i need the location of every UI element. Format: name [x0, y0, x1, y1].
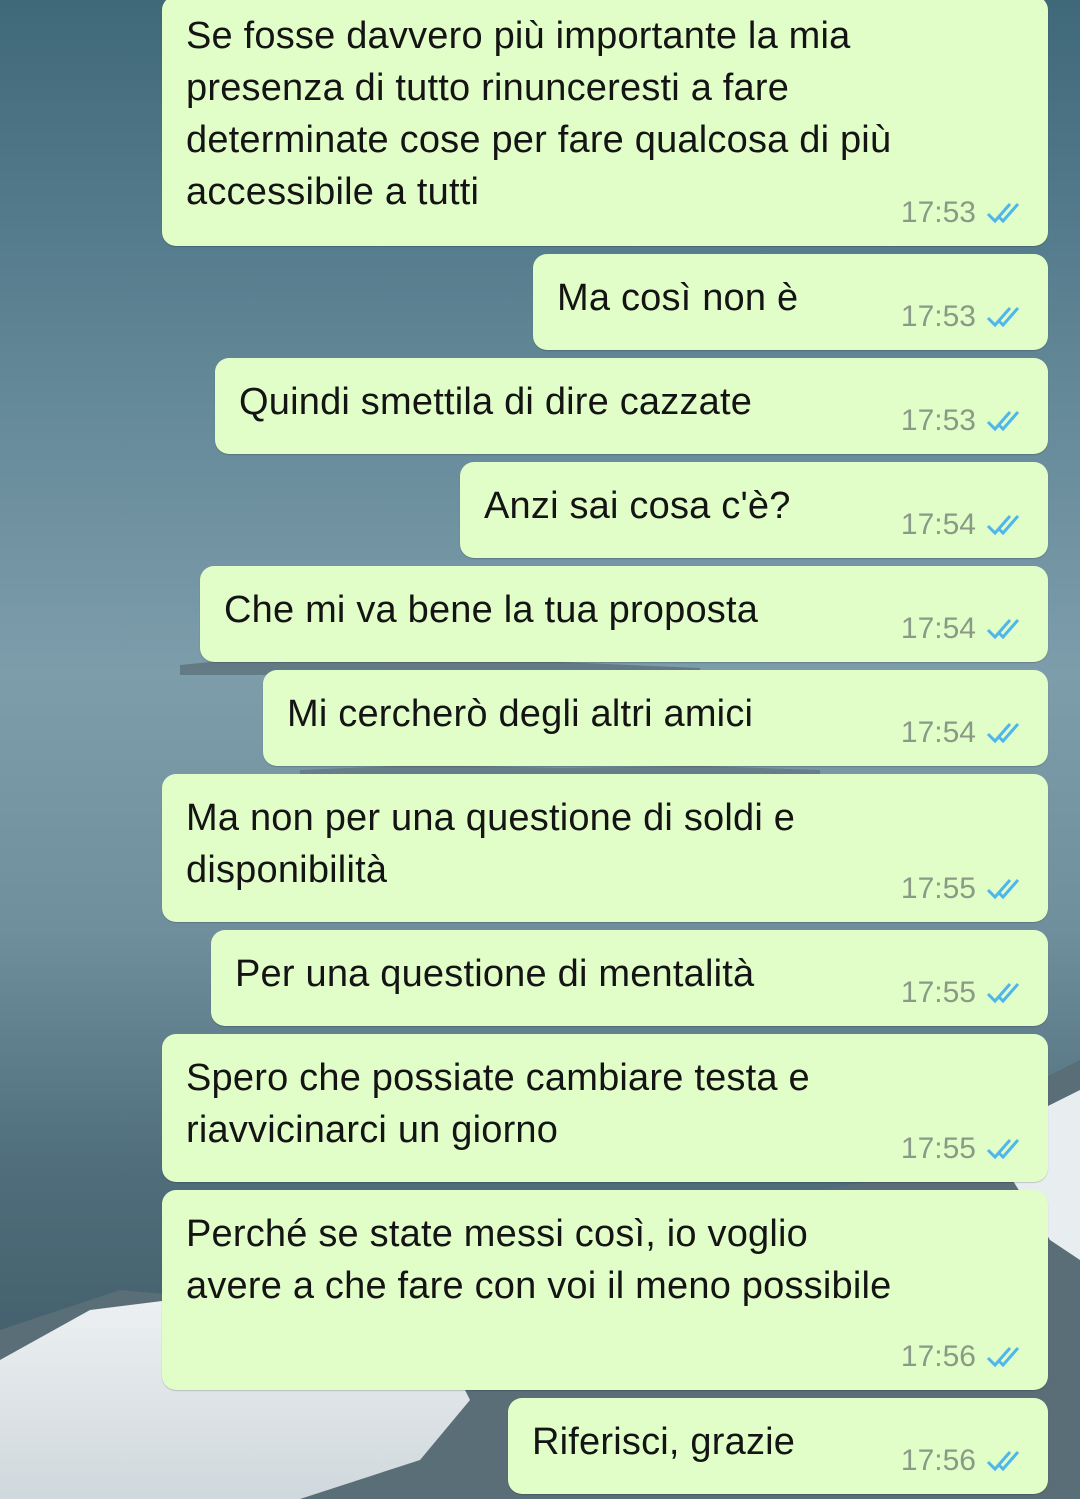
read-double-check-icon: [986, 1451, 1020, 1472]
message-bubble[interactable]: Riferisci, grazie 17:56: [508, 1398, 1048, 1494]
message-bubble[interactable]: Ma così non è 17:53: [533, 254, 1048, 350]
message-text: Spero che possiate cambiare testa e riav…: [186, 1057, 810, 1151]
message-meta: 17:56: [901, 1340, 1026, 1374]
message-time: 17:53: [900, 300, 976, 333]
message-meta: 17:54: [901, 716, 1026, 750]
message-text: Mi cercherò degli altri amici: [287, 693, 754, 735]
read-double-check-icon: [986, 619, 1020, 640]
message-text: Anzi sai cosa c'è?: [484, 485, 791, 527]
read-double-check-icon: [986, 1139, 1020, 1160]
message-meta: 17:55: [901, 976, 1026, 1010]
read-double-check-icon: [986, 515, 1020, 536]
message-meta: 17:56: [901, 1444, 1026, 1478]
message-time: 17:54: [900, 508, 976, 541]
message-bubble[interactable]: Ma non per una questione di soldi e disp…: [162, 774, 1048, 922]
message-time: 17:55: [900, 1132, 976, 1165]
message-time: 17:55: [900, 976, 976, 1009]
message-time: 17:53: [900, 404, 976, 437]
read-double-check-icon: [986, 983, 1020, 1004]
message-bubble[interactable]: Spero che possiate cambiare testa e riav…: [162, 1034, 1048, 1182]
message-time: 17:54: [900, 612, 976, 645]
message-text: Ma così non è: [557, 277, 799, 319]
message-text: Perché se state messi così, io voglio av…: [186, 1213, 892, 1307]
message-bubble[interactable]: Quindi smettila di dire cazzate 17:53: [215, 358, 1048, 454]
message-bubble[interactable]: Che mi va bene la tua proposta 17:54: [200, 566, 1048, 662]
read-double-check-icon: [986, 723, 1020, 744]
message-text: Se fosse davvero più importante la mia p…: [186, 15, 892, 213]
read-double-check-icon: [986, 1347, 1020, 1368]
message-text: Riferisci, grazie: [532, 1421, 796, 1463]
read-double-check-icon: [986, 307, 1020, 328]
message-meta: 17:55: [901, 872, 1026, 906]
message-meta: 17:53: [901, 404, 1026, 438]
read-double-check-icon: [986, 411, 1020, 432]
message-meta: 17:54: [901, 508, 1026, 542]
message-meta: 17:53: [901, 300, 1026, 334]
message-time: 17:56: [900, 1340, 976, 1373]
message-time: 17:54: [900, 716, 976, 749]
message-text: Per una questione di mentalità: [235, 953, 755, 995]
message-time: 17:53: [900, 196, 976, 229]
read-double-check-icon: [986, 879, 1020, 900]
message-text: Quindi smettila di dire cazzate: [239, 381, 753, 423]
message-text: Che mi va bene la tua proposta: [224, 589, 759, 631]
message-time: 17:55: [900, 872, 976, 905]
message-meta: 17:54: [901, 612, 1026, 646]
message-text: Ma non per una questione di soldi e disp…: [186, 797, 796, 891]
message-time: 17:56: [900, 1444, 976, 1477]
message-bubble[interactable]: Perché se state messi così, io voglio av…: [162, 1190, 1048, 1390]
message-meta: 17:53: [901, 196, 1026, 230]
message-meta: 17:55: [901, 1132, 1026, 1166]
message-bubble[interactable]: Per una questione di mentalità 17:55: [211, 930, 1048, 1026]
message-bubble[interactable]: Anzi sai cosa c'è? 17:54: [460, 462, 1048, 558]
message-bubble[interactable]: Mi cercherò degli altri amici 17:54: [263, 670, 1048, 766]
read-double-check-icon: [986, 203, 1020, 224]
message-bubble[interactable]: Se fosse davvero più importante la mia p…: [162, 0, 1048, 246]
